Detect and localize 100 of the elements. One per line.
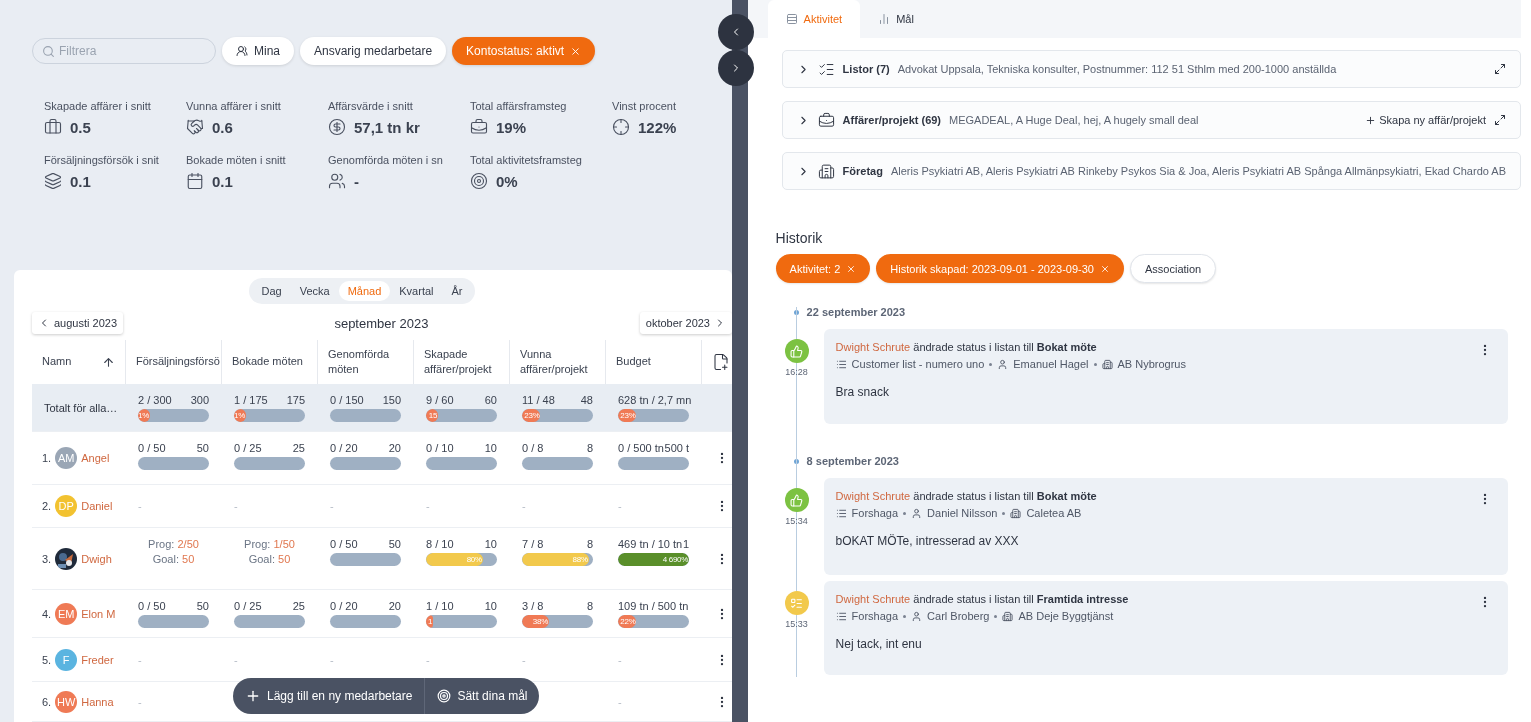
stat-label: Total affärsframsteg (470, 100, 568, 112)
activity-note: Bra snack (835, 385, 890, 399)
progress-fill: 22% (618, 615, 637, 628)
progress-fill: 23% (522, 409, 541, 422)
person-icon (911, 507, 923, 519)
progress-value: 1 / 10 (426, 600, 454, 612)
stat-value: 0% (496, 172, 518, 190)
empty-value: - (618, 500, 623, 512)
filter-chip[interactable]: Mina (222, 37, 294, 65)
history-filter-chip[interactable]: Association (1130, 254, 1217, 283)
progress-fill: 1% (138, 409, 151, 422)
stat-label: Försäljningsförsök i snit (44, 154, 160, 166)
association-card[interactable]: Listor (7) Advokat Uppsala, Tekniska konsulter, Postnummer: 112 51 Sthlm med 200-1000 anställda (781, 50, 1521, 88)
period-tab[interactable]: År (442, 281, 472, 301)
panel-tab[interactable]: Mål (860, 0, 932, 38)
stat-value: 0.1 (212, 172, 233, 190)
building-icon (817, 162, 835, 180)
progress-text: Goal: 50 (247, 553, 292, 565)
progress-fill: 88% (522, 553, 589, 566)
set-goals-button[interactable]: Sätt dina mål (425, 678, 540, 714)
progress-fill: 80% (426, 553, 483, 566)
calendar-icon (186, 172, 204, 190)
briefcase-icon (470, 118, 488, 136)
empty-value: - (330, 500, 335, 512)
stat-label: Vunna affärer i snitt (186, 100, 282, 112)
goal-value: 10 (484, 600, 497, 612)
list-icon (835, 358, 847, 370)
activity-time: 15:33 (785, 619, 808, 629)
progress-value: 469 tn / 10 tn (618, 538, 683, 550)
row-number: 1. (42, 452, 52, 464)
search-field[interactable]: Filtrera (32, 38, 216, 64)
activity-text: Dwight Schrute ändrade status i listan till Bokat möte (835, 490, 1097, 502)
previous-period-button[interactable]: augusti 2023 (32, 312, 123, 334)
stat-value: 57,1 tn kr (354, 118, 420, 136)
person-name[interactable]: Freder (81, 653, 114, 666)
column-header: Bokade möten (232, 354, 303, 370)
progress-value: 0 / 25 (234, 442, 262, 454)
period-tab[interactable]: Vecka (290, 281, 339, 301)
list-name: Forshaga (851, 610, 899, 622)
association-card[interactable]: Affärer/projekt (69) MEGADEAL, A Huge Deal, hej, A hugely small deal Skapa ny affär/projekt (781, 101, 1521, 139)
empty-value: - (330, 653, 335, 666)
stat-label: Bokade möten i snitt (186, 154, 287, 166)
period-tab[interactable]: Kvartal (390, 281, 443, 301)
row-number: 6. (42, 695, 52, 708)
goal-value: 175 (286, 394, 305, 406)
empty-value: - (618, 653, 623, 666)
person-name[interactable]: Dwigh (81, 552, 112, 565)
list-name: Forshaga (851, 507, 899, 519)
row-number: 2. (42, 500, 52, 512)
filter-chip[interactable]: Ansvarig medarbetare (300, 37, 447, 65)
progress-value: 0 / 500 tn (618, 442, 664, 454)
empty-value: - (234, 500, 239, 512)
file-plus-icon (712, 353, 730, 371)
close-icon (570, 45, 582, 57)
thumbs-up-icon (790, 493, 804, 507)
stat-value: 0.1 (70, 172, 91, 190)
list-icon (835, 507, 847, 519)
progress-text: Prog: 2/50 (147, 538, 200, 550)
period-tab[interactable]: Dag (252, 281, 291, 301)
goal-value: 300 (190, 394, 209, 406)
association-card[interactable]: Företag Aleris Psykiatri AB, Aleris Psykiatri AB Rinkeby Psykos Sia & Joa, Aleris Psykiatri AB Spånga Allmänpsykiatri, Ekad Chardo AB (781, 152, 1521, 190)
empty-value: - (522, 500, 527, 512)
progress-fill: 1 (426, 615, 434, 628)
stat-label: Affärsvärde i snitt (328, 100, 414, 112)
progress-value: 0 / 20 (330, 442, 358, 454)
next-period-button[interactable]: oktober 2023 (639, 312, 732, 334)
goal-value: 25 (292, 600, 305, 612)
progress-value: 0 / 150 (330, 394, 364, 406)
person-name[interactable]: Daniel (81, 500, 113, 512)
add-column-button[interactable] (712, 353, 730, 371)
row-number: 4. (42, 607, 52, 620)
progress-track (330, 615, 401, 628)
activity-note: Nej tack, int enu (835, 637, 923, 651)
person-name[interactable]: Hanna (81, 695, 114, 708)
goal-value: 60 (484, 394, 497, 406)
goal-value: 50 (388, 538, 401, 550)
add-member-button[interactable]: Lägg till en ny medarbetare (233, 678, 425, 714)
person-name[interactable]: Elon M (81, 607, 116, 620)
avatar: EM (55, 602, 78, 625)
goal-value: 10 (484, 538, 497, 550)
coin-icon (328, 118, 346, 136)
activity-text: Dwight Schrute ändrade status i listan till Framtida intresse (835, 593, 1129, 605)
progress-value: 2 / 300 (138, 394, 172, 406)
person-icon (911, 610, 923, 622)
expand-button[interactable] (1494, 63, 1506, 75)
row-number: 5. (42, 653, 52, 666)
create-deal-button[interactable]: Skapa ny affär/projekt (1365, 114, 1486, 126)
person-name[interactable]: Angel (81, 452, 110, 464)
progress-track (138, 457, 209, 470)
company-name: AB Deje Byggtjänst (1018, 610, 1114, 622)
layers-icon (44, 172, 62, 190)
stat-value: 0.5 (70, 118, 91, 136)
stat-value: 122% (638, 118, 677, 136)
expand-button[interactable] (1494, 114, 1506, 126)
total-label: Totalt för alla… (43, 401, 119, 414)
progress-value: 11 / 48 (522, 394, 555, 406)
column-header: Budget (616, 354, 651, 370)
section-title: Historik (775, 230, 824, 246)
progress-track (234, 615, 305, 628)
people-icon (236, 45, 248, 57)
